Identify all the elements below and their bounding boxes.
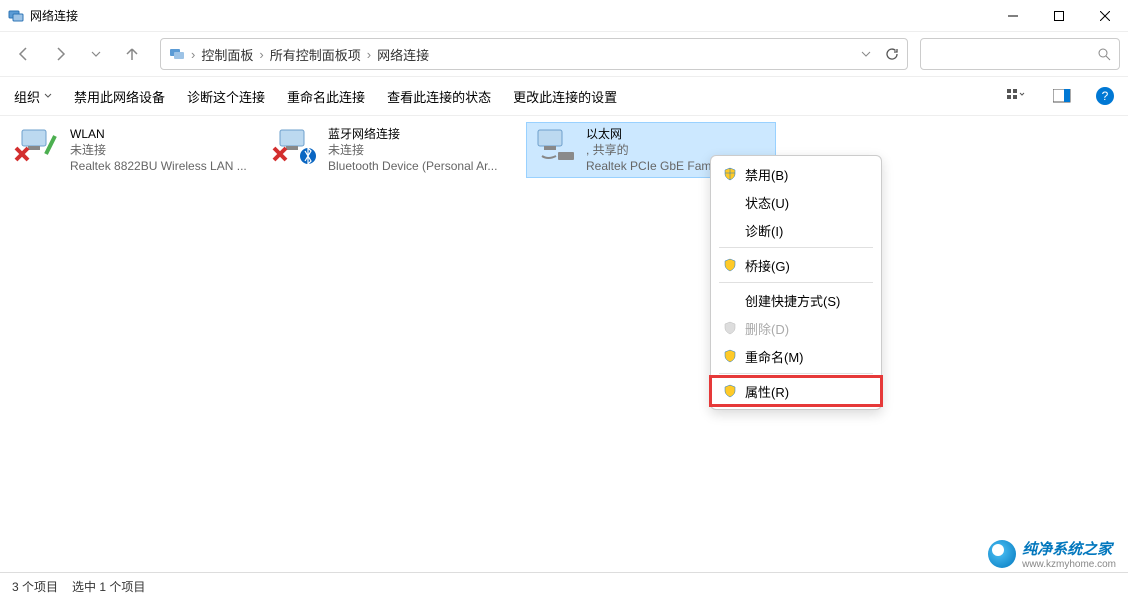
maximize-button[interactable] [1036, 0, 1082, 32]
connection-device: Realtek PCIe GbE Famil [586, 158, 717, 174]
connection-wlan[interactable]: WLAN 未连接 Realtek 8822BU Wireless LAN ... [10, 122, 260, 178]
ctx-separator [719, 247, 873, 248]
connection-bluetooth[interactable]: 蓝牙网络连接 未连接 Bluetooth Device (Personal Ar… [268, 122, 518, 178]
ctx-disable[interactable]: 禁用(B) [711, 160, 881, 188]
breadcrumb-separator: › [259, 47, 263, 62]
connection-status: 未连接 [70, 142, 247, 158]
connection-device: Bluetooth Device (Personal Ar... [328, 158, 497, 174]
rename-button[interactable]: 重命名此连接 [287, 87, 365, 106]
context-menu: 禁用(B) 状态(U) 诊断(I) 桥接(G) 创建快捷方式(S) 删除(D) … [710, 155, 882, 410]
organize-menu[interactable]: 组织 [14, 87, 52, 106]
shield-icon [723, 321, 737, 335]
ctx-status[interactable]: 状态(U) [711, 188, 881, 216]
breadcrumb-separator: › [191, 47, 195, 62]
ctx-shortcut[interactable]: 创建快捷方式(S) [711, 286, 881, 314]
shield-icon [723, 349, 737, 363]
ctx-delete: 删除(D) [711, 314, 881, 342]
nav-bar: › 控制面板 › 所有控制面板项 › 网络连接 [0, 32, 1128, 76]
address-bar[interactable]: › 控制面板 › 所有控制面板项 › 网络连接 [160, 38, 908, 70]
breadcrumb-item[interactable]: 控制面板 [201, 45, 253, 64]
view-options-icon[interactable] [1004, 84, 1028, 108]
bluetooth-icon [272, 126, 320, 166]
recent-dropdown[interactable] [80, 38, 112, 70]
toolbar: 组织 禁用此网络设备 诊断这个连接 重命名此连接 查看此连接的状态 更改此连接的… [0, 76, 1128, 116]
shield-icon [723, 384, 737, 398]
item-count: 3 个项目 [12, 578, 58, 595]
watermark-url: www.kzmyhome.com [1022, 559, 1116, 570]
minimize-button[interactable] [990, 0, 1036, 32]
view-status-button[interactable]: 查看此连接的状态 [387, 87, 491, 106]
help-icon[interactable]: ? [1096, 87, 1114, 105]
ctx-rename[interactable]: 重命名(M) [711, 342, 881, 370]
breadcrumb-separator: › [367, 47, 371, 62]
watermark-text: 纯净系统之家 [1022, 538, 1116, 559]
close-button[interactable] [1082, 0, 1128, 32]
diagnose-button[interactable]: 诊断这个连接 [187, 87, 265, 106]
connection-name: WLAN [70, 126, 247, 142]
ethernet-icon [530, 126, 578, 166]
preview-pane-icon[interactable] [1050, 84, 1074, 108]
refresh-icon[interactable] [885, 47, 899, 61]
search-icon [1097, 47, 1111, 61]
forward-button[interactable] [44, 38, 76, 70]
address-icon [169, 46, 185, 62]
wlan-icon [14, 126, 62, 166]
breadcrumb-item[interactable]: 所有控制面板项 [270, 45, 361, 64]
change-settings-button[interactable]: 更改此连接的设置 [513, 87, 617, 106]
shield-icon [723, 167, 737, 181]
ctx-properties[interactable]: 属性(R) [711, 377, 881, 405]
status-bar: 3 个项目 选中 1 个项目 [0, 572, 1128, 600]
connection-status: , 共享的 [586, 142, 717, 158]
search-input[interactable] [920, 38, 1120, 70]
connection-name: 以太网 [586, 126, 717, 142]
watermark-logo-icon [988, 540, 1016, 568]
watermark: 纯净系统之家 www.kzmyhome.com [988, 538, 1116, 570]
window-icon [8, 8, 24, 24]
connection-device: Realtek 8822BU Wireless LAN ... [70, 158, 247, 174]
window-buttons [990, 0, 1128, 32]
title-bar: 网络连接 [0, 0, 1128, 32]
connection-status: 未连接 [328, 142, 497, 158]
breadcrumb-item[interactable]: 网络连接 [377, 45, 429, 64]
selected-count: 选中 1 个项目 [72, 578, 145, 595]
ctx-bridge[interactable]: 桥接(G) [711, 251, 881, 279]
connection-name: 蓝牙网络连接 [328, 126, 497, 142]
content-area: WLAN 未连接 Realtek 8822BU Wireless LAN ...… [0, 116, 1128, 572]
chevron-down-icon[interactable] [861, 49, 871, 59]
back-button[interactable] [8, 38, 40, 70]
ctx-diagnose[interactable]: 诊断(I) [711, 216, 881, 244]
shield-icon [723, 258, 737, 272]
ctx-separator [719, 282, 873, 283]
ctx-separator [719, 373, 873, 374]
up-button[interactable] [116, 38, 148, 70]
disable-device-button[interactable]: 禁用此网络设备 [74, 87, 165, 106]
window-title: 网络连接 [30, 7, 990, 24]
